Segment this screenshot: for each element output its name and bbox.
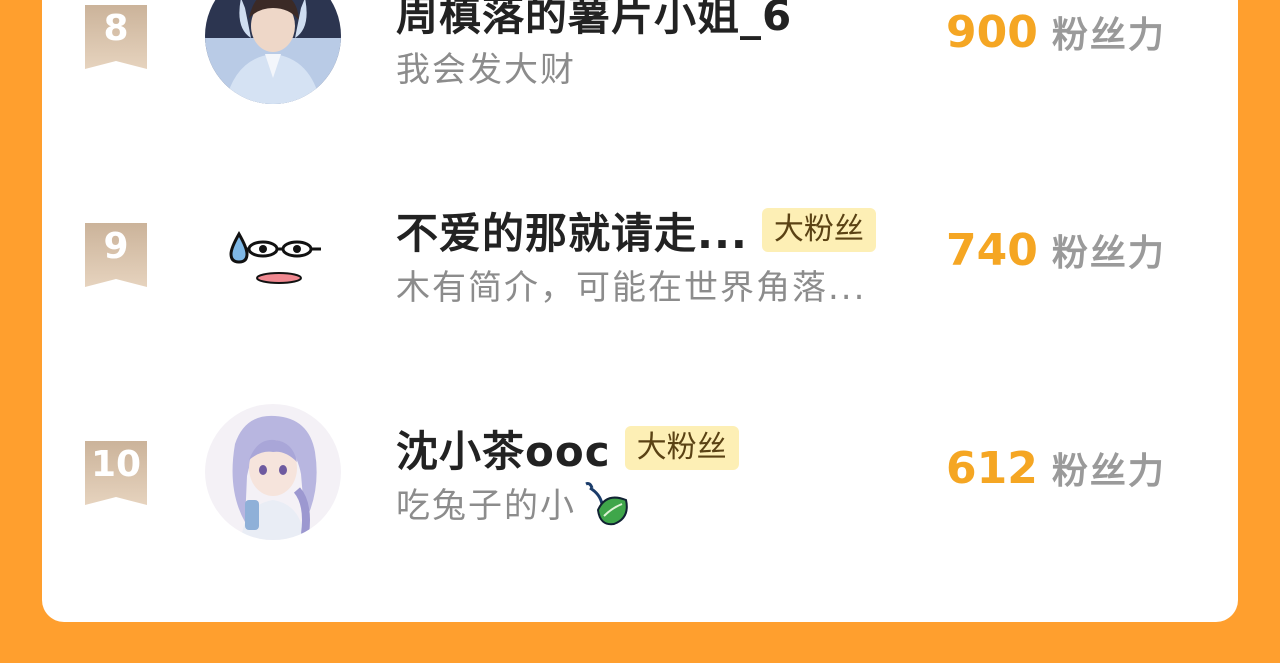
user-bio: 吃兔子的小 xyxy=(396,478,630,527)
user-avatar[interactable] xyxy=(205,0,341,104)
score-unit: 粉丝力 xyxy=(1051,451,1166,492)
user-avatar[interactable] xyxy=(205,186,341,322)
user-bio-text: 吃兔子的小 xyxy=(396,486,576,526)
ranking-row[interactable]: 9 不爱的那就请走... 大粉丝 木有简介，可能在世界角落... 740 粉丝力 xyxy=(42,178,1238,378)
avatar-sweat-face-icon xyxy=(205,186,341,322)
tea-leaf-icon xyxy=(585,481,628,525)
rank-number: 8 xyxy=(103,8,129,49)
score-unit: 粉丝力 xyxy=(1051,233,1166,274)
avatar-anime-girl-icon xyxy=(205,404,341,540)
user-name[interactable]: 周槙落的薯片小姐_6 xyxy=(396,0,792,43)
rank-badge: 9 xyxy=(85,223,147,289)
user-name[interactable]: 沈小茶ooc xyxy=(396,418,611,479)
user-bio: 木有简介，可能在世界角落... xyxy=(396,268,867,308)
big-fan-tag: 大粉丝 xyxy=(624,426,739,470)
fan-score: 900 粉丝力 xyxy=(946,6,1166,58)
ranking-row[interactable]: 10 沈小茶ooc 大粉丝 吃兔子的小 612 粉丝力 xyxy=(42,396,1238,596)
big-fan-tag: 大粉丝 xyxy=(761,208,876,252)
fan-score: 740 粉丝力 xyxy=(946,224,1166,276)
user-name[interactable]: 不爱的那就请走... xyxy=(396,200,748,261)
avatar-boy-photo-icon xyxy=(205,0,341,104)
ranking-card: 8 周槙落的薯片小姐_6 我会发大财 900 粉丝力 9 不爱的那就请走... … xyxy=(42,0,1238,622)
user-avatar[interactable] xyxy=(205,404,341,540)
rank-number: 10 xyxy=(90,444,142,485)
fan-score: 612 粉丝力 xyxy=(946,442,1166,494)
fan-ranking-page: 8 周槙落的薯片小姐_6 我会发大财 900 粉丝力 9 不爱的那就请走... … xyxy=(0,0,1280,663)
rank-badge: 8 xyxy=(85,5,147,71)
score-value: 900 xyxy=(946,7,1038,58)
score-value: 612 xyxy=(946,443,1038,494)
name-line: 沈小茶ooc 大粉丝 xyxy=(396,420,739,476)
score-unit: 粉丝力 xyxy=(1051,15,1166,56)
ranking-row[interactable]: 8 周槙落的薯片小姐_6 我会发大财 900 粉丝力 xyxy=(42,0,1238,160)
name-line: 周槙落的薯片小姐_6 xyxy=(396,0,792,40)
rank-badge: 10 xyxy=(85,441,147,507)
name-line: 不爱的那就请走... 大粉丝 xyxy=(396,202,876,258)
user-bio: 我会发大财 xyxy=(396,50,576,90)
score-value: 740 xyxy=(946,225,1038,276)
rank-number: 9 xyxy=(103,226,129,267)
